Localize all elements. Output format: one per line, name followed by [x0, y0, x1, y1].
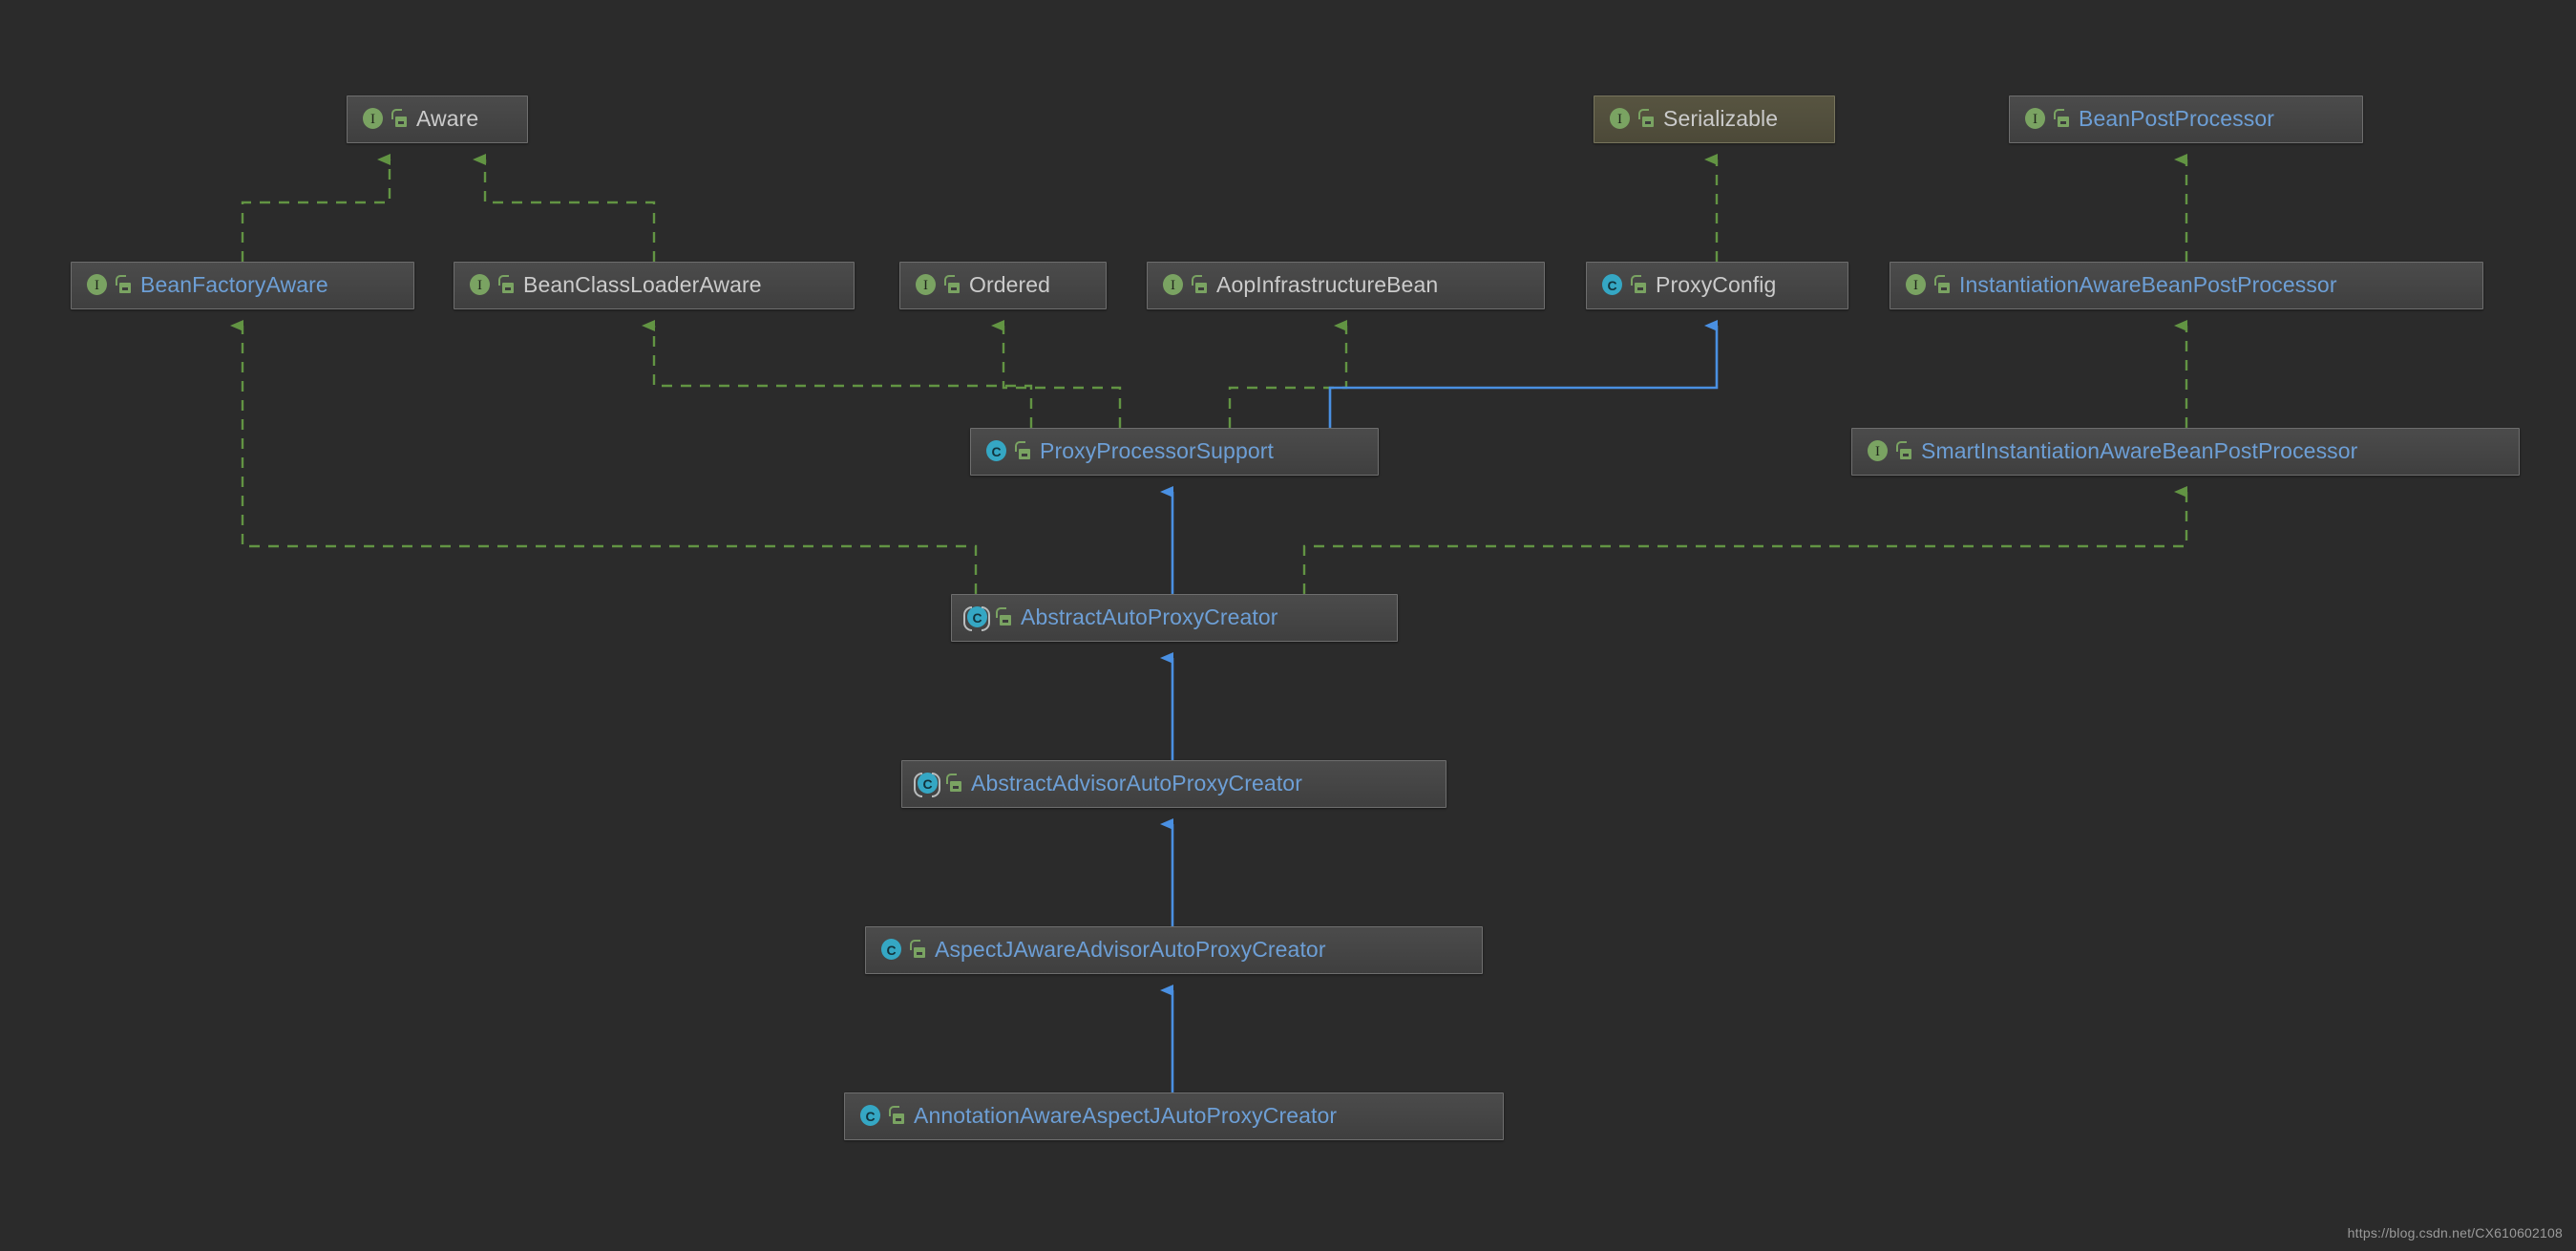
- public-open-padlock-icon: [1015, 441, 1031, 462]
- uml-node-aaajapc[interactable]: C AnnotationAwareAspectJAutoProxyCreator: [844, 1092, 1504, 1140]
- uml-node-label: BeanClassLoaderAware: [523, 271, 762, 297]
- class-c-icon: C: [878, 938, 903, 963]
- uml-node-label: Ordered: [969, 271, 1051, 297]
- uml-node-label: InstantiationAwareBeanPostProcessor: [1959, 271, 2337, 297]
- uml-node-label: AbstractAdvisorAutoProxyCreator: [971, 770, 1302, 795]
- watermark-text: https://blog.csdn.net/CX610602108: [2347, 1225, 2563, 1240]
- implements-edges: [230, 154, 2188, 594]
- public-open-padlock-icon: [910, 940, 926, 961]
- public-open-padlock-icon: [996, 607, 1012, 628]
- class-c-icon: C: [983, 439, 1008, 464]
- interface-i-icon: I: [1607, 107, 1632, 132]
- uml-node-label: BeanFactoryAware: [140, 271, 328, 297]
- interface-i-icon: I: [84, 273, 109, 298]
- uml-node-ordered[interactable]: I Ordered: [899, 262, 1107, 309]
- uml-node-label: AspectJAwareAdvisorAutoProxyCreator: [935, 936, 1326, 962]
- uml-node-aapc[interactable]: C AbstractAutoProxyCreator: [951, 594, 1398, 642]
- uml-node-label: BeanPostProcessor: [2079, 105, 2274, 131]
- public-open-padlock-icon: [946, 774, 962, 795]
- public-open-padlock-icon: [2054, 109, 2070, 130]
- uml-node-label: AbstractAutoProxyCreator: [1021, 604, 1278, 629]
- uml-node-label: Serializable: [1663, 105, 1779, 131]
- uml-node-bcla[interactable]: I BeanClassLoaderAware: [454, 262, 855, 309]
- public-open-padlock-icon: [116, 275, 132, 296]
- uml-node-siabpp[interactable]: I SmartInstantiationAwareBeanPostProcesso…: [1851, 428, 2520, 476]
- public-open-padlock-icon: [498, 275, 515, 296]
- uml-node-label: AopInfrastructureBean: [1216, 271, 1439, 297]
- uml-node-bfa[interactable]: I BeanFactoryAware: [71, 262, 414, 309]
- uml-node-iabpp[interactable]: I InstantiationAwareBeanPostProcessor: [1890, 262, 2483, 309]
- interface-i-icon: I: [467, 273, 492, 298]
- interface-i-icon: I: [360, 107, 385, 132]
- abstract-class-c-icon: C: [914, 772, 940, 797]
- public-open-padlock-icon: [1896, 441, 1912, 462]
- interface-i-icon: I: [913, 273, 938, 298]
- uml-node-label: SmartInstantiationAwareBeanPostProcessor: [1921, 437, 2358, 463]
- uml-node-proxyconfig[interactable]: C ProxyConfig: [1586, 262, 1848, 309]
- interface-i-icon: I: [1865, 439, 1890, 464]
- class-c-icon: C: [1599, 273, 1624, 298]
- public-open-padlock-icon: [391, 109, 408, 130]
- public-open-padlock-icon: [1631, 275, 1647, 296]
- public-open-padlock-icon: [1638, 109, 1655, 130]
- uml-node-aaapc[interactable]: C AbstractAdvisorAutoProxyCreator: [901, 760, 1446, 808]
- interface-i-icon: I: [2022, 107, 2047, 132]
- uml-node-pps[interactable]: C ProxyProcessorSupport: [970, 428, 1379, 476]
- uml-node-label: ProxyConfig: [1656, 271, 1777, 297]
- uml-node-ajaapc[interactable]: C AspectJAwareAdvisorAutoProxyCreator: [865, 926, 1483, 974]
- public-open-padlock-icon: [1934, 275, 1951, 296]
- uml-node-aopinfra[interactable]: I AopInfrastructureBean: [1147, 262, 1545, 309]
- interface-i-icon: I: [1903, 273, 1928, 298]
- uml-node-bpp[interactable]: I BeanPostProcessor: [2009, 95, 2363, 143]
- public-open-padlock-icon: [944, 275, 961, 296]
- uml-node-aware[interactable]: I Aware: [347, 95, 528, 143]
- uml-node-label: Aware: [416, 105, 479, 131]
- uml-node-serializable[interactable]: I Serializable: [1594, 95, 1835, 143]
- class-c-icon: C: [857, 1104, 882, 1129]
- public-open-padlock-icon: [889, 1106, 905, 1127]
- abstract-class-c-icon: C: [963, 605, 990, 631]
- uml-node-label: AnnotationAwareAspectJAutoProxyCreator: [914, 1102, 1338, 1128]
- public-open-padlock-icon: [1192, 275, 1208, 296]
- interface-i-icon: I: [1160, 273, 1185, 298]
- uml-node-label: ProxyProcessorSupport: [1040, 437, 1274, 463]
- uml-diagram-canvas: I Aware I Serializable I BeanPostProcessor I Be…: [0, 0, 2576, 1251]
